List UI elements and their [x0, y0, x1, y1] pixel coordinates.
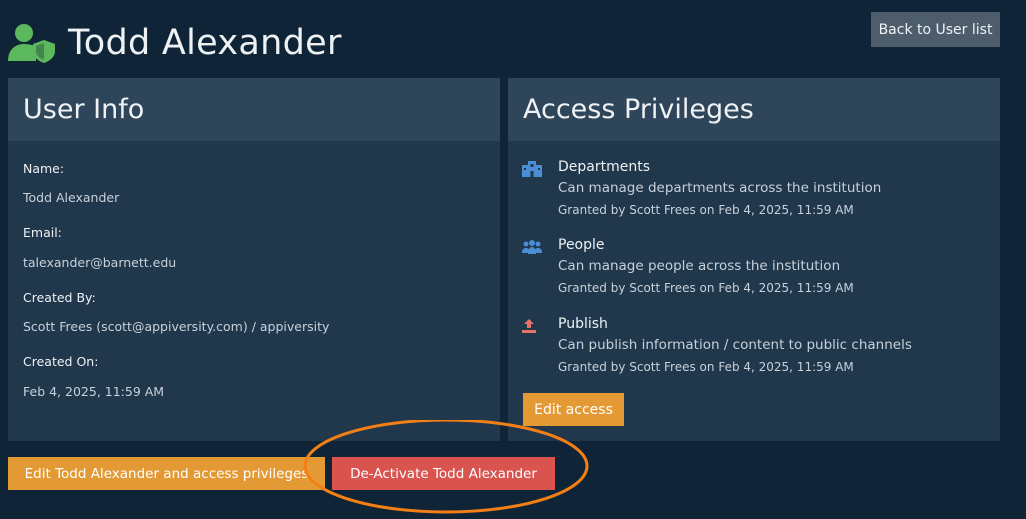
page-title: Todd Alexander [68, 23, 342, 63]
privilege-granted: Granted by Scott Frees on Feb 4, 2025, 1… [558, 203, 854, 217]
email-value: talexander@barnett.edu [23, 255, 177, 270]
privilege-description: Can manage people across the institution [558, 258, 841, 274]
access-privileges-heading: Access Privileges [508, 78, 1000, 141]
created-on-label: Created On: [23, 354, 99, 369]
edit-access-button[interactable]: Edit access [523, 393, 624, 426]
edit-user-button[interactable]: Edit Todd Alexander and access privilege… [8, 457, 325, 490]
privilege-title: Departments [558, 159, 651, 175]
back-to-user-list-button[interactable]: Back to User list [871, 12, 1000, 47]
privilege-title: Publish [558, 316, 608, 332]
privilege-title: People [558, 237, 605, 253]
privilege-description: Can publish information / content to pub… [558, 337, 912, 353]
access-privileges-card: Access Privileges Departments Can manage… [508, 78, 1000, 441]
email-label: Email: [23, 225, 62, 240]
created-on-value: Feb 4, 2025, 11:59 AM [23, 384, 165, 399]
privilege-description: Can manage departments across the instit… [558, 180, 882, 196]
privilege-granted: Granted by Scott Frees on Feb 4, 2025, 1… [558, 360, 854, 374]
created-by-label: Created By: [23, 290, 96, 305]
user-info-heading: User Info [8, 78, 500, 141]
name-label: Name: [23, 161, 65, 176]
building-icon [522, 161, 542, 177]
user-info-card: User Info Name: Todd Alexander Email: ta… [8, 78, 500, 441]
privilege-granted: Granted by Scott Frees on Feb 4, 2025, 1… [558, 281, 854, 295]
created-by-value: Scott Frees (scott@appiversity.com) / ap… [23, 319, 330, 334]
name-value: Todd Alexander [23, 190, 120, 205]
deactivate-user-button[interactable]: De-Activate Todd Alexander [332, 457, 555, 490]
page-header: Todd Alexander [8, 14, 342, 72]
publish-icon [522, 319, 536, 333]
user-shield-icon [8, 24, 55, 63]
people-icon [522, 240, 542, 254]
